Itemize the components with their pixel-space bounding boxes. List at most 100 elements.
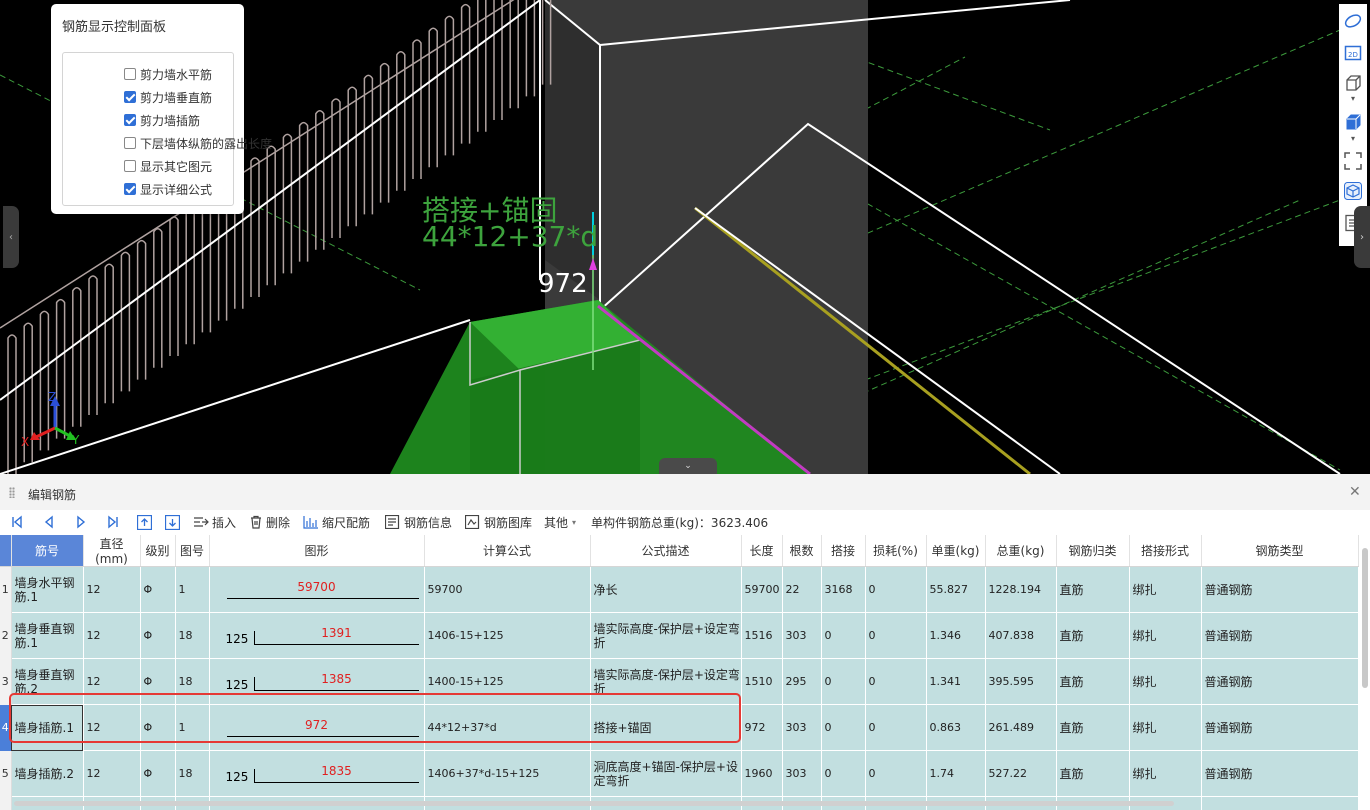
checkbox[interactable]	[124, 91, 136, 103]
cell-unit-w[interactable]: 0.863	[925, 704, 986, 751]
cell-rebar-type[interactable]: 普通钢筋	[1200, 566, 1359, 613]
table-row[interactable]: 1 墙身水平钢筋.1 12 Φ 1 59700 59700 净长 59700 22 3168 0 55.…	[0, 566, 1359, 613]
checkbox[interactable]	[124, 183, 136, 195]
cell-dia[interactable]: 12	[82, 750, 141, 797]
cell-unit-w[interactable]: 1.346	[925, 612, 986, 659]
rebar-table[interactable]: 筋号 直径(mm) 级别 图号 图形 计算公式 公式描述 长度 根数 搭接 损耗…	[0, 535, 1362, 810]
cell-loss[interactable]: 0	[864, 658, 927, 705]
cell-total-w[interactable]: 261.489	[984, 704, 1057, 751]
cell-formula-desc[interactable]: 洞底高度+锚固-保护层+设定弯折	[589, 750, 742, 797]
row-number[interactable]: 1	[0, 566, 12, 613]
cell-len[interactable]: 1516	[740, 612, 783, 659]
cell-lap[interactable]: 0	[820, 658, 866, 705]
cell-category[interactable]: 直筋	[1055, 612, 1130, 659]
column-header[interactable]: 长度	[741, 535, 783, 567]
cell-lap-type[interactable]: 绑扎	[1128, 658, 1202, 705]
cell-formula-desc[interactable]: 墙实际高度-保护层+设定弯折	[589, 612, 742, 659]
delete-button[interactable]: 删除	[249, 513, 290, 531]
other-dropdown[interactable]: 其他 ▾	[544, 513, 576, 531]
orbit-icon[interactable]	[1342, 10, 1364, 32]
insert-button[interactable]: 插入	[193, 513, 236, 531]
cell-formula[interactable]: 1406+37*d-15+125	[423, 750, 591, 797]
move-up-icon[interactable]	[137, 513, 152, 531]
column-header[interactable]: 级别	[140, 535, 176, 567]
cell-dia[interactable]: 12	[82, 566, 141, 613]
option-dowel-rebar[interactable]: 剪力墙插筋	[124, 110, 200, 130]
cell-formula[interactable]: 59700	[423, 566, 591, 613]
cell-bar-name[interactable]: 墙身水平钢筋.1	[10, 566, 84, 613]
column-header[interactable]: 搭接	[821, 535, 866, 567]
cell-category[interactable]: 直筋	[1055, 704, 1130, 751]
cell-formula[interactable]: 44*12+37*d	[423, 704, 591, 751]
cell-formula[interactable]: 1406-15+125	[423, 612, 591, 659]
table-row[interactable]: 4 墙身插筋.1 12 Φ 1 972 44*12+37*d 搭接+锚固 972 303 0 0 0.8…	[0, 704, 1359, 751]
cell-total-w[interactable]: 1228.194	[984, 566, 1057, 613]
cell-category[interactable]: 直筋	[1055, 566, 1130, 613]
cell-category[interactable]: 直筋	[1055, 658, 1130, 705]
cell-grade[interactable]: Φ	[139, 566, 176, 613]
cell-rebar-type[interactable]: 普通钢筋	[1200, 658, 1359, 705]
row-number[interactable]: 5	[0, 750, 12, 797]
cell-grade[interactable]: Φ	[139, 704, 176, 751]
column-header[interactable]: 单重(kg)	[926, 535, 986, 567]
cell-count[interactable]: 295	[781, 658, 822, 705]
cell-fig[interactable]: 18	[174, 750, 210, 797]
cell-formula[interactable]: 1400-15+125	[423, 658, 591, 705]
cell-shape[interactable]: 972	[208, 704, 425, 751]
cell-dia[interactable]: 12	[82, 704, 141, 751]
cell-bar-name[interactable]: 墙身插筋.1	[10, 704, 84, 751]
cell-count[interactable]: 303	[781, 704, 822, 751]
cell-fig[interactable]: 18	[174, 612, 210, 659]
checkbox[interactable]	[124, 114, 136, 126]
cell-unit-w[interactable]: 55.827	[925, 566, 986, 613]
cell-bar-name[interactable]: 墙身垂直钢筋.2	[10, 658, 84, 705]
option-show-other-elements[interactable]: 显示其它图元	[124, 156, 212, 176]
cell-count[interactable]: 303	[781, 750, 822, 797]
chevron-down-icon[interactable]: ▾	[1342, 92, 1364, 104]
option-exposed-length[interactable]: 下层墙体纵筋的露出长度	[124, 133, 272, 153]
cell-fig[interactable]: 1	[174, 566, 210, 613]
option-show-detailed-formula[interactable]: 显示详细公式	[124, 179, 212, 199]
column-header[interactable]: 钢筋归类	[1056, 535, 1130, 567]
column-header[interactable]: 搭接形式	[1129, 535, 1202, 567]
cell-lap-type[interactable]: 绑扎	[1128, 612, 1202, 659]
cell-loss[interactable]: 0	[864, 750, 927, 797]
cell-lap-type[interactable]: 绑扎	[1128, 704, 1202, 751]
solid-box-icon[interactable]	[1342, 111, 1364, 133]
fit-view-icon[interactable]	[1342, 150, 1364, 172]
cell-len[interactable]: 1510	[740, 658, 783, 705]
column-header[interactable]: 图形	[209, 535, 425, 567]
column-header[interactable]: 损耗(%)	[865, 535, 927, 567]
horizontal-scrollbar[interactable]	[14, 801, 1174, 806]
cell-total-w[interactable]: 407.838	[984, 612, 1057, 659]
cell-rebar-type[interactable]: 普通钢筋	[1200, 750, 1359, 797]
column-header[interactable]: 直径(mm)	[83, 535, 141, 567]
collapse-left-handle[interactable]: ‹	[3, 206, 19, 268]
prev-row-icon[interactable]	[42, 513, 56, 531]
cell-len[interactable]: 59700	[740, 566, 783, 613]
cell-shape[interactable]: 125 1835	[208, 750, 425, 797]
cell-shape[interactable]: 125 1391	[208, 612, 425, 659]
column-header[interactable]: 公式描述	[590, 535, 742, 567]
cube-view-icon[interactable]	[1342, 180, 1364, 202]
cell-dia[interactable]: 12	[82, 658, 141, 705]
cell-grade[interactable]: Φ	[139, 612, 176, 659]
cell-fig[interactable]: 1	[174, 704, 210, 751]
column-header[interactable]: 计算公式	[424, 535, 591, 567]
cell-fig[interactable]: 18	[174, 658, 210, 705]
cell-shape[interactable]: 125 1385	[208, 658, 425, 705]
cell-category[interactable]: 直筋	[1055, 750, 1130, 797]
cell-unit-w[interactable]: 1.74	[925, 750, 986, 797]
column-header[interactable]: 根数	[782, 535, 822, 567]
column-header[interactable]: 钢筋类型	[1201, 535, 1359, 567]
cell-count[interactable]: 22	[781, 566, 822, 613]
cell-lap[interactable]: 0	[820, 750, 866, 797]
scale-rebar-button[interactable]: 缩尺配筋	[303, 513, 370, 531]
cell-lap[interactable]: 3168	[820, 566, 866, 613]
next-row-icon[interactable]	[74, 513, 88, 531]
table-row[interactable]: 5 墙身插筋.2 12 Φ 18 125 1835 1406+37*d-15+125 洞底高度+…	[0, 750, 1359, 797]
option-horizontal-rebar[interactable]: 剪力墙水平筋	[124, 64, 212, 84]
close-icon[interactable]: ✕	[1349, 484, 1361, 500]
drag-grip-icon[interactable]	[9, 487, 15, 498]
cell-rebar-type[interactable]	[1200, 796, 1359, 810]
